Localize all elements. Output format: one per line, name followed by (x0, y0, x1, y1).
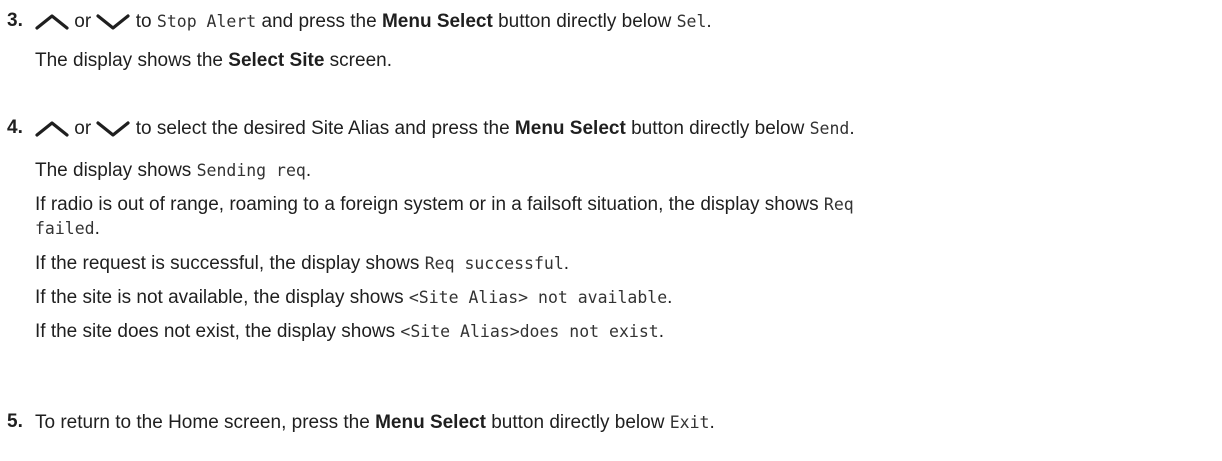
step-4-result-not-exist: If the site does not exist, the display … (35, 321, 664, 342)
step-3-result: The display shows the Select Site screen… (35, 50, 392, 71)
step-number: 5. (7, 411, 23, 432)
chevron-up-icon (35, 13, 69, 31)
chevron-down-icon (96, 13, 131, 31)
step-4-instruction: or to select the desired Site Alias and … (35, 117, 855, 141)
step-number: 4. (7, 117, 23, 138)
step-4-result-sending: The display shows Sending req. (35, 160, 312, 181)
chevron-up-icon (35, 120, 69, 138)
chevron-down-icon (96, 120, 131, 138)
document-page: 3. or to Stop Alert and press the Menu S… (0, 0, 1222, 461)
step-4-result-failed: If radio is out of range, roaming to a f… (35, 194, 854, 215)
step-5-instruction: To return to the Home screen, press the … (35, 412, 715, 433)
step-4-result-failed-cont: failed. (35, 218, 100, 239)
step-3-instruction: or to Stop Alert and press the Menu Sele… (35, 10, 712, 34)
step-number: 3. (7, 10, 23, 31)
step-4-result-success: If the request is successful, the displa… (35, 253, 570, 274)
step-4-result-not-available: If the site is not available, the displa… (35, 287, 673, 308)
